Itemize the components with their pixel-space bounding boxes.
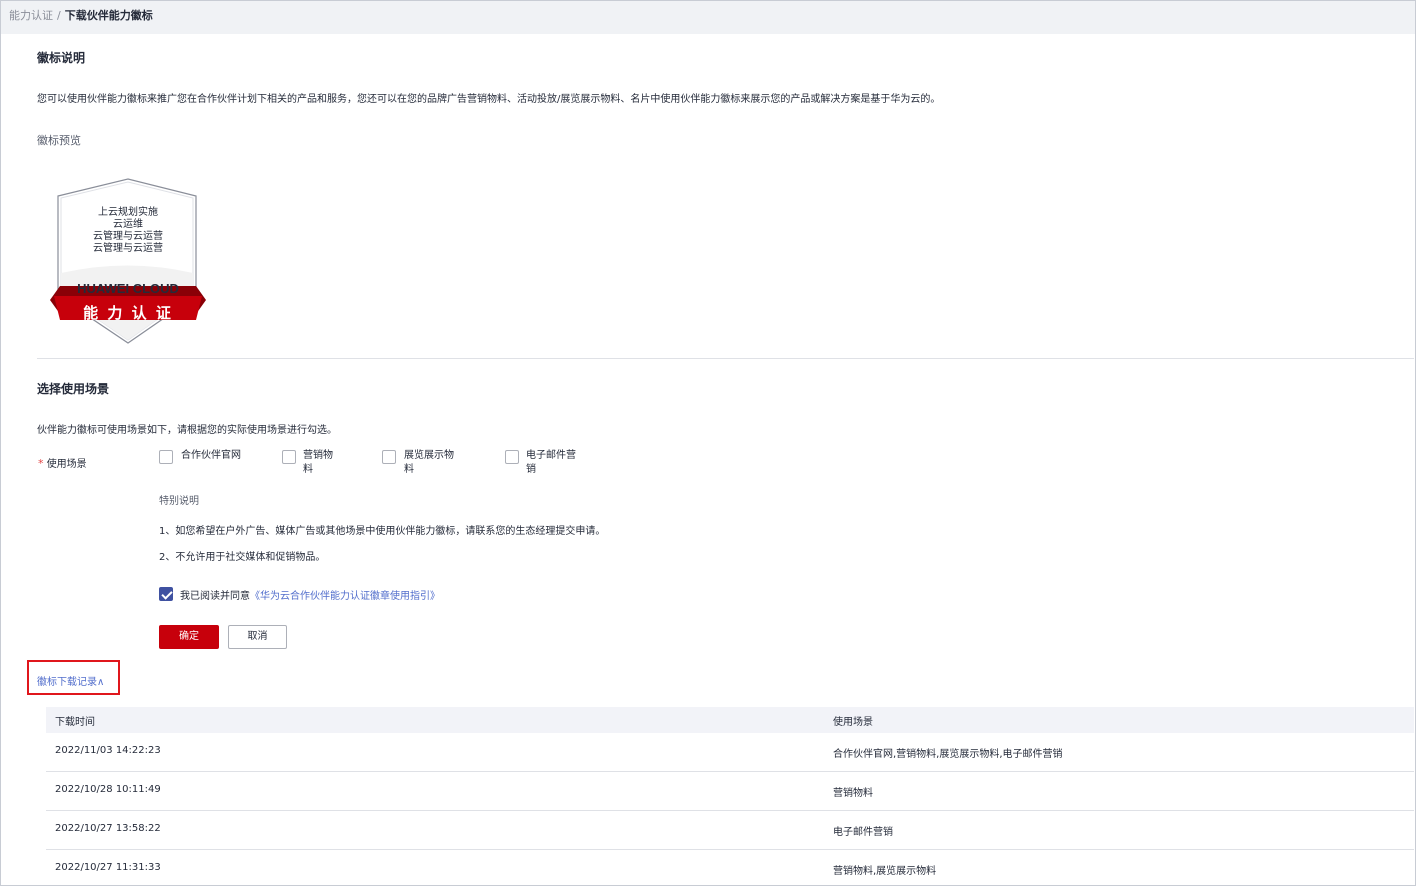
cell-download-time: 2022/10/28 10:11:49 xyxy=(55,784,161,795)
confirm-button[interactable]: 确定 xyxy=(159,625,219,649)
agreement-prefix: 我已阅读并同意 xyxy=(180,591,250,602)
table-row: 2022/10/28 10:11:49 营销物料 xyxy=(46,772,1414,811)
badge-line: 云运维 xyxy=(113,219,143,230)
badge-line: 云管理与云运营 xyxy=(93,243,163,254)
cell-usage-scene: 电子邮件营销 xyxy=(833,827,893,838)
breadcrumb-bar: 能力认证 / 下载伙伴能力徽标 xyxy=(1,1,1415,34)
checkbox-partner-website[interactable] xyxy=(159,450,173,464)
option-label-marketing-materials[interactable]: 营销物料 xyxy=(303,449,341,477)
cell-download-time: 2022/10/27 11:31:33 xyxy=(55,862,161,873)
badge-description: 您可以使用伙伴能力徽标来推广您在合作伙伴计划下相关的产品和服务，您还可以在您的品… xyxy=(37,94,941,105)
usage-field-label: 使用场景 xyxy=(46,459,87,470)
cell-usage-scene: 合作伙伴官网,营销物料,展览展示物料,电子邮件营销 xyxy=(833,749,1063,760)
breadcrumb-current: 下载伙伴能力徽标 xyxy=(64,9,153,22)
table-header: 下载时间 使用场景 xyxy=(46,707,1414,733)
agreement-text: 我已阅读并同意《华为云合作伙伴能力认证徽章使用指引》 xyxy=(180,587,440,602)
column-header-usage-scene: 使用场景 xyxy=(833,717,873,728)
agreement-guide-link[interactable]: 《华为云合作伙伴能力认证徽章使用指引》 xyxy=(250,591,440,602)
section-divider xyxy=(37,358,1414,359)
option-label-partner-website[interactable]: 合作伙伴官网 xyxy=(181,449,241,463)
breadcrumb: 能力认证 / 下载伙伴能力徽标 xyxy=(9,7,153,23)
table-row: 2022/10/27 13:58:22 电子邮件营销 xyxy=(46,811,1414,850)
note-item: 2、不允许用于社交媒体和促销物品。 xyxy=(159,552,326,563)
badge-line: 云管理与云运营 xyxy=(93,231,163,242)
usage-hint: 伙伴能力徽标可使用场景如下，请根据您的实际使用场景进行勾选。 xyxy=(37,425,337,436)
usage-section-title: 选择使用场景 xyxy=(37,382,110,396)
table-row: 2022/11/03 14:22:23 合作伙伴官网,营销物料,展览展示物料,电… xyxy=(46,733,1414,772)
checkbox-exhibition-materials[interactable] xyxy=(382,450,396,464)
main-content: 徽标说明 您可以使用伙伴能力徽标来推广您在合作伙伴计划下相关的产品和服务，您还可… xyxy=(8,34,1414,885)
usage-field-label-wrap: * 使用场景 xyxy=(38,455,87,470)
badge-line: 上云规划实施 xyxy=(98,207,158,218)
badge-capability-lines: 上云规划实施 云运维 云管理与云运营 云管理与云运营 xyxy=(48,207,208,255)
agreement-checkbox[interactable] xyxy=(159,587,173,601)
checkbox-email-marketing[interactable] xyxy=(505,450,519,464)
table-row: 2022/10/27 11:31:33 营销物料,展览展示物料 xyxy=(46,850,1414,886)
badge-preview-label: 徽标预览 xyxy=(37,134,81,147)
option-label-email-marketing[interactable]: 电子邮件营销 xyxy=(526,449,584,477)
checkbox-marketing-materials[interactable] xyxy=(282,450,296,464)
badge-preview-image: 上云规划实施 云运维 云管理与云运营 云管理与云运营 HUAWEI CLOUD … xyxy=(48,178,208,346)
cell-download-time: 2022/11/03 14:22:23 xyxy=(55,745,161,756)
option-label-exhibition-materials[interactable]: 展览展示物料 xyxy=(404,449,462,477)
download-records-toggle[interactable]: 徽标下载记录∧ xyxy=(27,660,120,695)
breadcrumb-separator: / xyxy=(57,9,61,22)
download-records-table: 下载时间 使用场景 2022/11/03 14:22:23 合作伙伴官网,营销物… xyxy=(46,707,1414,886)
notes-title: 特别说明 xyxy=(159,496,199,507)
download-records-toggle-label[interactable]: 徽标下载记录∧ xyxy=(37,673,104,688)
cancel-button[interactable]: 取消 xyxy=(228,625,287,649)
breadcrumb-link-capability-cert[interactable]: 能力认证 xyxy=(9,9,53,22)
column-header-download-time: 下载时间 xyxy=(55,717,95,728)
badge-brand-text: HUAWEI CLOUD xyxy=(77,281,179,296)
badge-ribbon-text: 能 力 认 证 xyxy=(83,304,173,322)
note-item: 1、如您希望在户外广告、媒体广告或其他场景中使用伙伴能力徽标，请联系您的生态经理… xyxy=(159,526,606,537)
cell-usage-scene: 营销物料 xyxy=(833,788,873,799)
badge-section-title: 徽标说明 xyxy=(37,51,86,65)
cell-usage-scene: 营销物料,展览展示物料 xyxy=(833,866,937,877)
required-star-icon: * xyxy=(38,457,44,470)
cell-download-time: 2022/10/27 13:58:22 xyxy=(55,823,161,834)
